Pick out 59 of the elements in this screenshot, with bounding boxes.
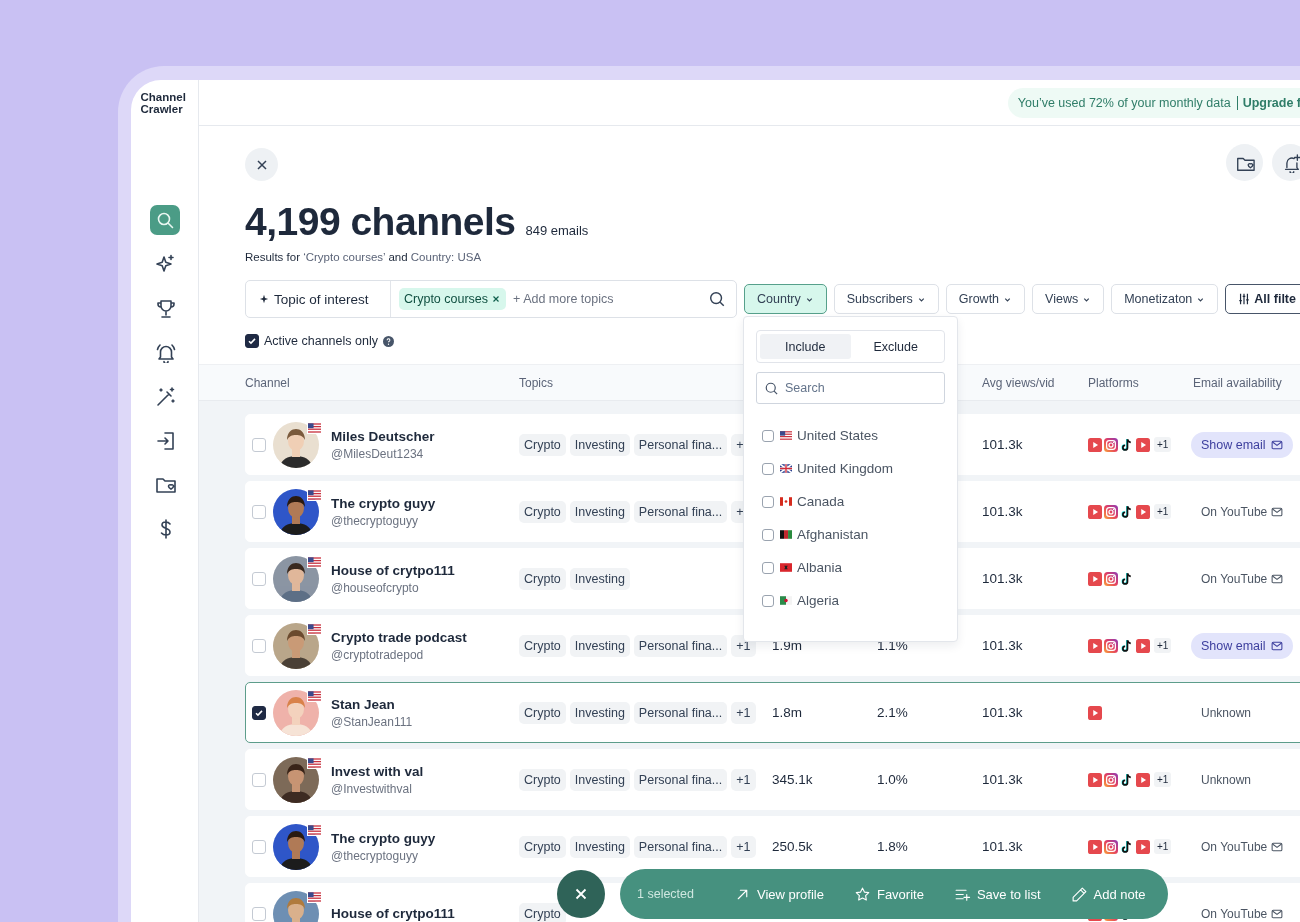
topic-tag: Crypto	[519, 567, 566, 590]
subscriber-count: 1.8m	[772, 705, 802, 720]
topic-tag: Crypto	[519, 768, 566, 791]
more-platforms-tag: +1	[1154, 839, 1172, 854]
email-count: 849 emails	[525, 223, 589, 238]
topic-tag: Crypto	[519, 634, 566, 657]
topic-tag: Investing	[569, 567, 630, 590]
email-source: On YouTube	[1201, 571, 1268, 586]
topic-tag: Crypto	[519, 500, 566, 523]
topic-tag: Crypto	[519, 433, 566, 456]
avg-views: 101.3k	[982, 839, 1023, 854]
avg-views: 101.3k	[982, 504, 1023, 519]
topic-tag: Investing	[569, 768, 630, 791]
topic-tag: Investing	[569, 835, 630, 858]
topic-tag: Investing	[569, 701, 630, 724]
more-platforms-tag: +1	[1154, 437, 1172, 452]
growth-rate: 1.0%	[877, 772, 908, 787]
avg-views: 101.3k	[982, 571, 1023, 586]
channel-handle: @MilesDeut1234	[331, 446, 425, 461]
topic-tag: Crypto	[519, 835, 566, 858]
topic-tag: Investing	[569, 500, 630, 523]
growth-rate: 1.8%	[877, 839, 908, 854]
selected-count: 1 selected	[637, 887, 694, 901]
topic-label: Topic of interest	[274, 291, 369, 307]
topic-tag: Personal fina...	[633, 433, 728, 456]
email-source: On YouTube	[1201, 906, 1268, 921]
topic-tag: Crypto	[519, 701, 566, 724]
growth-rate: 2.1%	[877, 705, 908, 720]
email-source: On YouTube	[1201, 839, 1268, 854]
channel-handle: @thecryptoguyy	[331, 513, 419, 528]
avg-views: 101.3k	[982, 638, 1023, 653]
more-platforms-tag: +1	[1154, 772, 1172, 787]
more-platforms-tag: +1	[1154, 504, 1172, 519]
channel-handle: @cryptotradepod	[331, 647, 425, 662]
more-platforms-tag: +1	[1154, 638, 1172, 653]
avg-views: 101.3k	[982, 705, 1023, 720]
avg-views: 101.3k	[982, 437, 1023, 452]
avg-views: 101.3k	[982, 772, 1023, 787]
email-status: Unknown	[1201, 705, 1252, 720]
channel-handle: @StanJean111	[331, 714, 414, 729]
app-logo: Channel Crawler	[139, 91, 187, 115]
subscriber-count: 250.5k	[772, 839, 813, 854]
topic-tag: Personal fina...	[633, 768, 728, 791]
subscriber-count: 345.1k	[772, 772, 813, 787]
email-status: Unknown	[1201, 772, 1252, 787]
channel-handle: @Investwithval	[331, 781, 413, 796]
topic-tag: Personal fina...	[633, 500, 728, 523]
topic-tag: Personal fina...	[633, 634, 728, 657]
active-channels-label: Active channels only	[264, 334, 378, 348]
results-summary: Results for ‘Crypto courses’ and Country: USA	[245, 251, 483, 263]
topic-tag: Personal fina...	[633, 835, 728, 858]
channel-handle: @houseofcrypto	[331, 580, 420, 595]
channel-handle: @thecryptoguyy	[331, 848, 419, 863]
topic-tag: Investing	[569, 634, 630, 657]
topic-tag: Investing	[569, 433, 630, 456]
usage-message: You’ve used 72% of your monthly data	[1017, 95, 1238, 110]
topic-tag: Personal fina...	[633, 701, 728, 724]
email-source: On YouTube	[1201, 504, 1268, 519]
channel-count: 4,199 channels	[245, 199, 516, 245]
